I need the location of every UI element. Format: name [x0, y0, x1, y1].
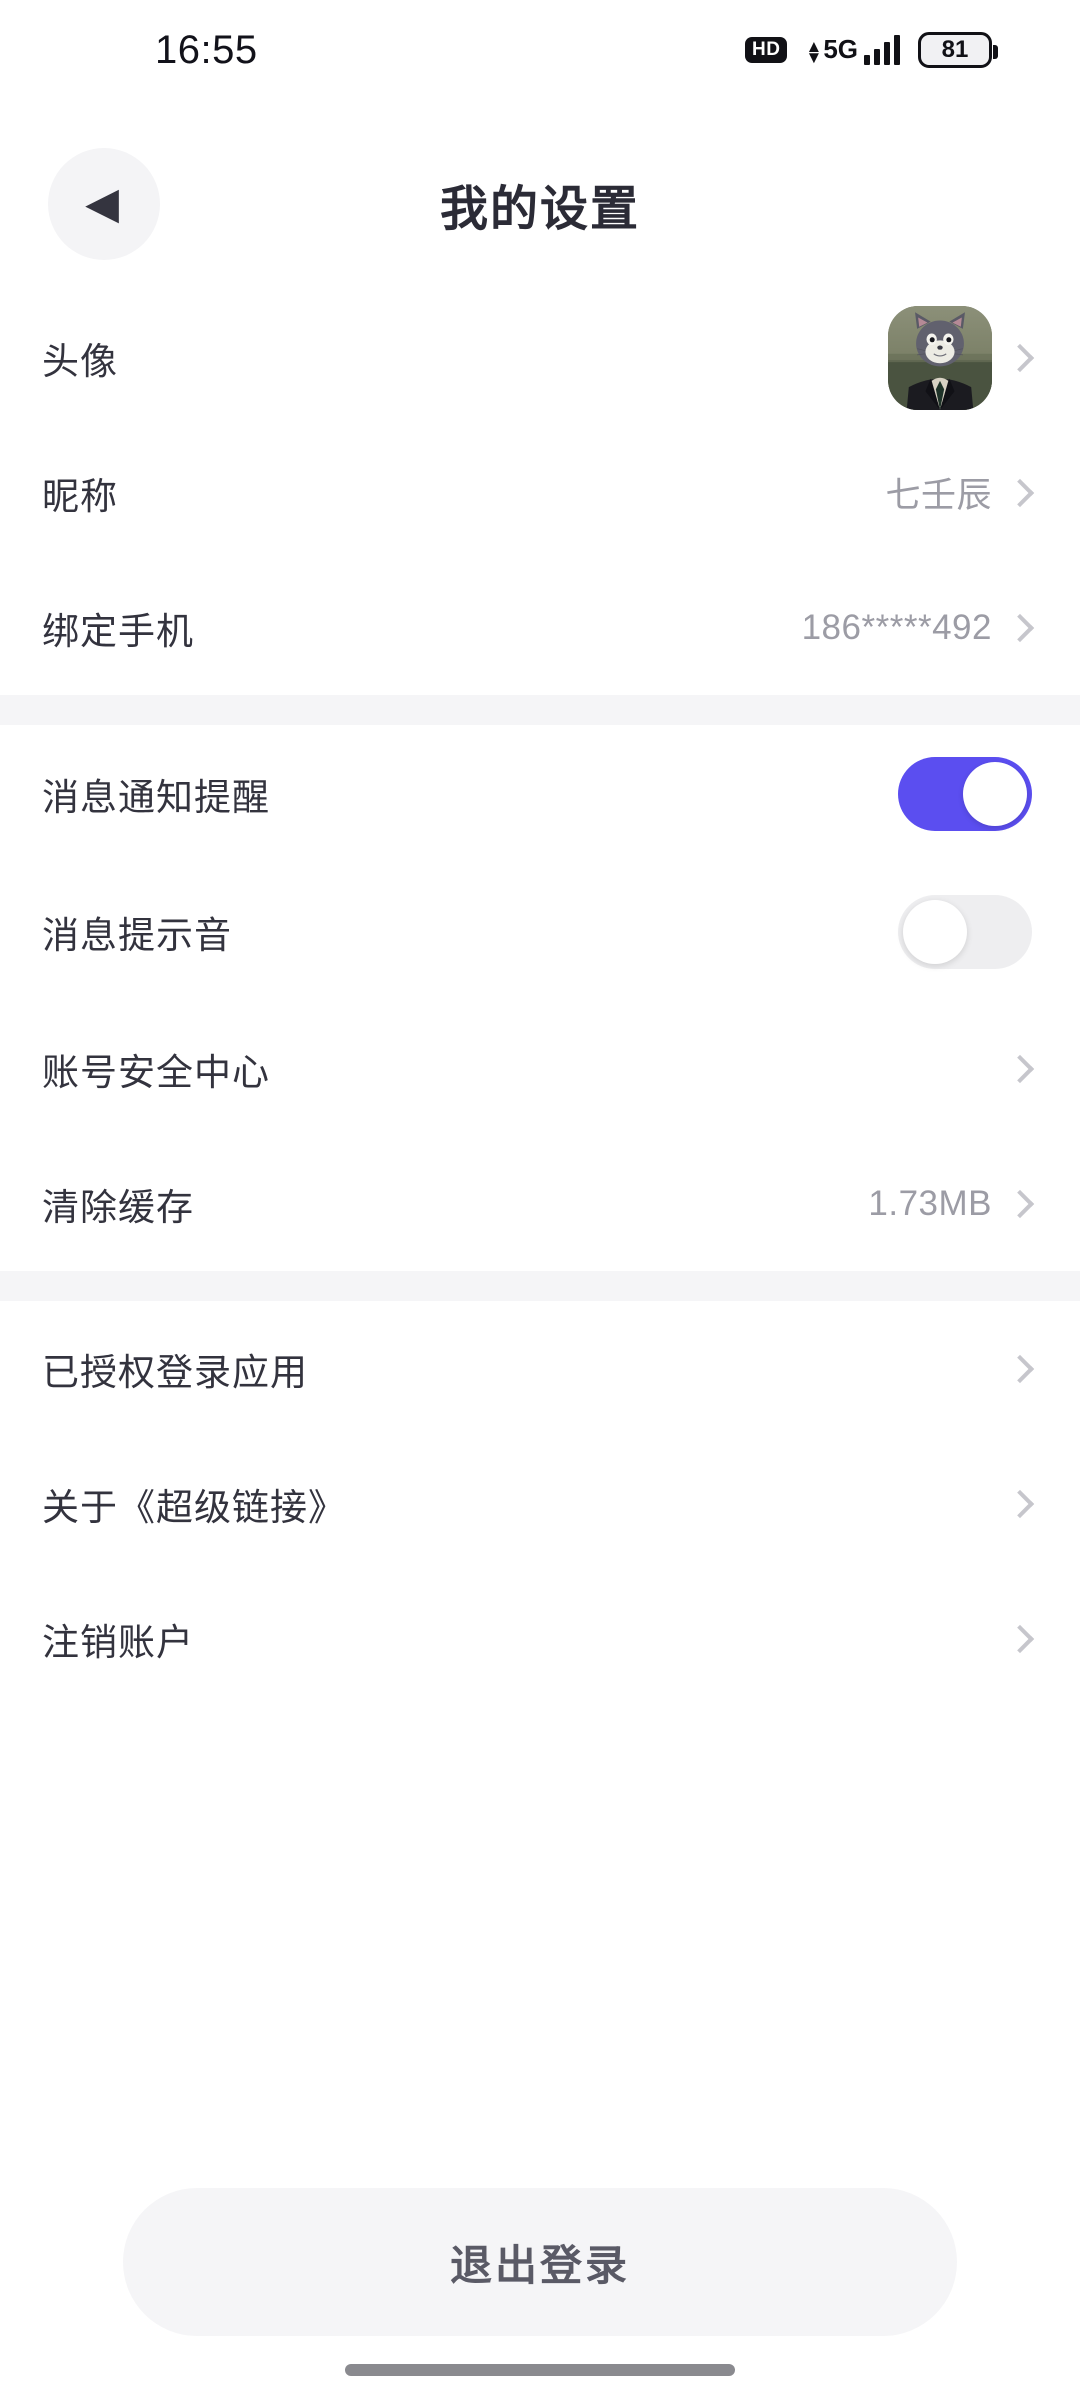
- chevron-right-icon: [1005, 1489, 1035, 1518]
- settings-row-clear-cache[interactable]: 清除缓存 1.73MB: [0, 1136, 1080, 1271]
- row-label: 已授权登录应用: [42, 1351, 308, 1393]
- chevron-right-icon: [1005, 1354, 1035, 1383]
- settings-row-delete-account[interactable]: 注销账户: [0, 1571, 1080, 1706]
- settings-row-authorized-apps[interactable]: 已授权登录应用: [0, 1301, 1080, 1436]
- row-label: 昵称: [42, 475, 118, 517]
- settings-row-about-app[interactable]: 关于《超级链接》: [0, 1436, 1080, 1571]
- row-label: 消息通知提醒: [42, 777, 270, 818]
- logout-area: 退出登录: [0, 2188, 1080, 2336]
- settings-row-nickname[interactable]: 昵称 七壬辰: [0, 425, 1080, 560]
- network-indicator: ▲ ▼ 5G: [805, 34, 900, 67]
- toggle-knob: [903, 900, 967, 964]
- data-transfer-arrows-icon: ▲ ▼: [805, 37, 823, 67]
- toggle-knob: [963, 762, 1027, 826]
- signal-strength-icon: [864, 35, 900, 65]
- settings-row-notification[interactable]: 消息通知提醒: [0, 725, 1080, 863]
- about-section: 已授权登录应用 关于《超级链接》 注销账户: [0, 1301, 1080, 1706]
- chevron-right-icon: [1005, 478, 1035, 507]
- settings-content: 头像 昵称 七壬辰 绑定手机 186*****492 消息通知提醒 消息提示音 …: [0, 290, 1080, 1706]
- chevron-right-icon: [1005, 1624, 1035, 1653]
- status-bar: 16:55 HD ▲ ▼ 5G 81: [0, 0, 1080, 100]
- row-label: 绑定手机: [42, 610, 194, 652]
- battery-icon: 81: [918, 32, 998, 68]
- logout-button[interactable]: 退出登录: [123, 2188, 957, 2336]
- row-value: 1.73MB: [868, 1183, 992, 1223]
- chevron-right-icon: [1005, 1189, 1035, 1218]
- section-divider: [0, 1271, 1080, 1301]
- row-value: 七壬辰: [885, 476, 992, 515]
- page-title: 我的设置: [439, 183, 640, 236]
- profile-section: 头像 昵称 七壬辰 绑定手机 186*****492: [0, 290, 1080, 695]
- row-label: 头像: [42, 340, 118, 382]
- section-divider: [0, 695, 1080, 725]
- settings-row-security-center[interactable]: 账号安全中心: [0, 1001, 1080, 1136]
- hd-icon: HD: [745, 37, 788, 63]
- row-value: 186*****492: [801, 607, 992, 647]
- avatar: [888, 305, 992, 410]
- sound-toggle[interactable]: [898, 895, 1032, 969]
- chevron-right-icon: [1005, 613, 1035, 642]
- settings-row-avatar[interactable]: 头像: [0, 290, 1080, 425]
- page-header: ◀ 我的设置: [0, 140, 1080, 270]
- status-icon-group: HD ▲ ▼ 5G 81: [745, 32, 998, 68]
- network-type-label: 5G: [823, 34, 858, 64]
- battery-level-label: 81: [941, 36, 969, 63]
- settings-screen: 16:55 HD ▲ ▼ 5G 81 ◀ 我的设置 头像 昵称 七壬辰 绑定手机…: [0, 0, 1080, 2400]
- settings-row-sound[interactable]: 消息提示音: [0, 863, 1080, 1001]
- row-label: 注销账户: [42, 1621, 194, 1663]
- chevron-right-icon: [1005, 1054, 1035, 1083]
- home-indicator[interactable]: [345, 2364, 735, 2376]
- row-label: 账号安全中心: [42, 1051, 270, 1093]
- row-label: 关于《超级链接》: [42, 1486, 346, 1528]
- status-time: 16:55: [155, 27, 258, 72]
- row-label: 消息提示音: [42, 915, 232, 956]
- settings-row-phone[interactable]: 绑定手机 186*****492: [0, 560, 1080, 695]
- chevron-right-icon: [1005, 343, 1035, 372]
- row-label: 清除缓存: [42, 1186, 194, 1228]
- preferences-section: 消息通知提醒 消息提示音 账号安全中心 清除缓存 1.73MB: [0, 725, 1080, 1271]
- notification-toggle[interactable]: [898, 757, 1032, 831]
